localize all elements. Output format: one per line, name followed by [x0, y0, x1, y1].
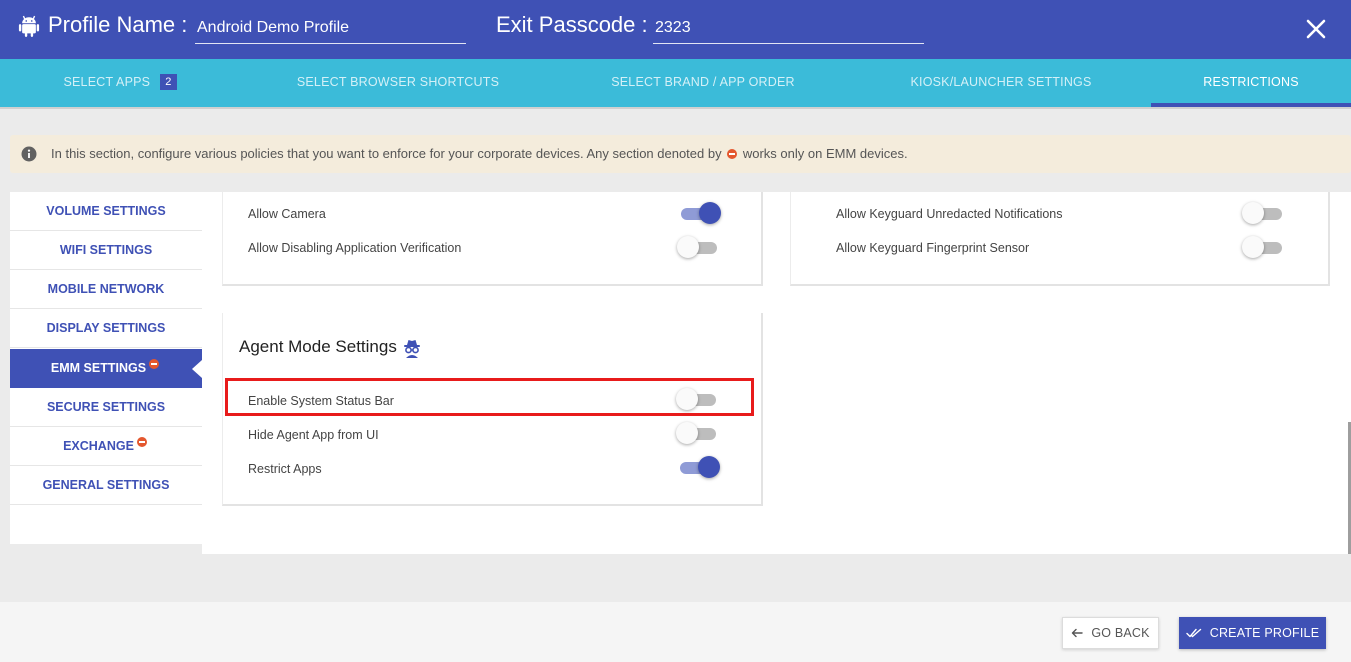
setting-label: Hide Agent App from UI: [248, 428, 379, 442]
tab-label: SELECT BROWSER SHORTCUTS: [296, 75, 500, 89]
emm-only-icon: [136, 436, 147, 447]
sidebar-item-exchange[interactable]: EXCHANGE: [10, 427, 202, 466]
arrow-left-icon: [1072, 628, 1084, 638]
setting-label: Allow Keyguard Fingerprint Sensor: [836, 241, 1030, 255]
info-text-start: In this section, configure various polic…: [51, 146, 722, 161]
restrict-apps-toggle[interactable]: [676, 455, 720, 479]
footer-bar: GO BACK CREATE PROFILE: [0, 602, 1351, 662]
sidebar-item-label: DISPLAY SETTINGS: [46, 321, 166, 335]
tab-label: KIOSK/LAUNCHER SETTINGS: [910, 75, 1092, 89]
agent-mode-settings-title: Agent Mode Settings: [239, 337, 397, 356]
tab-bar-shadow: [0, 107, 1351, 109]
tab-bar: SELECT APPS 2 SELECT BROWSER SHORTCUTS SE…: [0, 59, 1351, 107]
sidebar-item-mobile-network[interactable]: MOBILE NETWORK: [10, 270, 202, 309]
tab-label: SELECT BRAND / APP ORDER: [611, 75, 795, 89]
agent-spy-icon: [404, 340, 420, 358]
emm-only-icon: [149, 358, 160, 369]
enable-system-status-bar-toggle[interactable]: [676, 387, 720, 411]
go-back-button[interactable]: GO BACK: [1062, 617, 1159, 649]
sidebar-item-label: EXCHANGE: [63, 439, 134, 453]
create-profile-button[interactable]: CREATE PROFILE: [1179, 617, 1326, 649]
sidebar-item-general-settings[interactable]: GENERAL SETTINGS: [10, 466, 202, 505]
go-back-label: GO BACK: [1091, 626, 1150, 640]
double-check-icon: [1186, 628, 1201, 638]
android-icon: [18, 15, 40, 37]
sidebar-item-volume-settings[interactable]: VOLUME SETTINGS: [10, 192, 202, 231]
setting-label: Restrict Apps: [248, 462, 322, 476]
setting-label: Enable System Status Bar: [248, 394, 394, 408]
setting-label: Allow Disabling Application Verification: [248, 241, 462, 255]
tab-restrictions[interactable]: RESTRICTIONS: [1151, 59, 1351, 107]
tab-select-apps[interactable]: SELECT APPS 2: [0, 59, 240, 107]
settings-sidebar: VOLUME SETTINGS WIFI SETTINGS MOBILE NET…: [10, 192, 202, 544]
close-icon[interactable]: [1303, 16, 1329, 42]
sidebar-item-display-settings[interactable]: DISPLAY SETTINGS: [10, 309, 202, 348]
app-header: Profile Name : Exit Passcode :: [0, 0, 1351, 59]
sidebar-item-label: MOBILE NETWORK: [47, 282, 165, 296]
sidebar-item-label: VOLUME SETTINGS: [46, 204, 166, 218]
sidebar-item-emm-settings[interactable]: EMM SETTINGS: [10, 349, 202, 388]
info-text-end: works only on EMM devices.: [742, 146, 908, 161]
tab-select-browser-shortcuts[interactable]: SELECT BROWSER SHORTCUTS: [278, 59, 518, 107]
allow-keyguard-unredacted-notifications-toggle[interactable]: [1242, 201, 1286, 225]
sidebar-item-secure-settings[interactable]: SECURE SETTINGS: [10, 388, 202, 427]
create-profile-label: CREATE PROFILE: [1209, 626, 1320, 640]
exit-passcode-label: Exit Passcode :: [496, 12, 648, 37]
tab-label: RESTRICTIONS: [1203, 75, 1299, 89]
sidebar-item-label: WIFI SETTINGS: [59, 243, 153, 257]
tab-label: SELECT APPS: [63, 75, 151, 89]
setting-label: Allow Keyguard Unredacted Notifications: [836, 207, 1063, 221]
allow-camera-toggle[interactable]: [677, 201, 721, 225]
emm-policy-card-left: Allow Camera Allow Disabling Application…: [222, 192, 763, 286]
sidebar-item-wifi-settings[interactable]: WIFI SETTINGS: [10, 231, 202, 270]
allow-disabling-app-verification-toggle[interactable]: [677, 235, 721, 259]
profile-name-label: Profile Name :: [48, 12, 188, 37]
selected-apps-count-badge: 2: [160, 73, 177, 90]
profile-name-input[interactable]: [195, 12, 466, 44]
sidebar-item-label: GENERAL SETTINGS: [42, 478, 170, 492]
sidebar-item-label: SECURE SETTINGS: [46, 400, 166, 414]
emm-only-icon: [727, 148, 738, 159]
exit-passcode-input[interactable]: [653, 12, 924, 44]
sidebar-item-label: EMM SETTINGS: [50, 361, 147, 375]
tab-kiosk-launcher-settings[interactable]: KIOSK/LAUNCHER SETTINGS: [881, 59, 1121, 107]
setting-label: Allow Camera: [248, 207, 326, 221]
info-banner: In this section, configure various polic…: [10, 135, 1351, 173]
agent-mode-settings-card: Agent Mode Settings Enable System Status…: [222, 313, 763, 506]
info-icon: [21, 146, 37, 162]
emm-policy-card-right: Allow Keyguard Unredacted Notifications …: [790, 192, 1330, 286]
hide-agent-app-toggle[interactable]: [676, 421, 720, 445]
info-text: In this section, configure various polic…: [51, 146, 908, 161]
tab-select-brand-app-order[interactable]: SELECT BRAND / APP ORDER: [583, 59, 823, 107]
allow-keyguard-fingerprint-sensor-toggle[interactable]: [1242, 235, 1286, 259]
